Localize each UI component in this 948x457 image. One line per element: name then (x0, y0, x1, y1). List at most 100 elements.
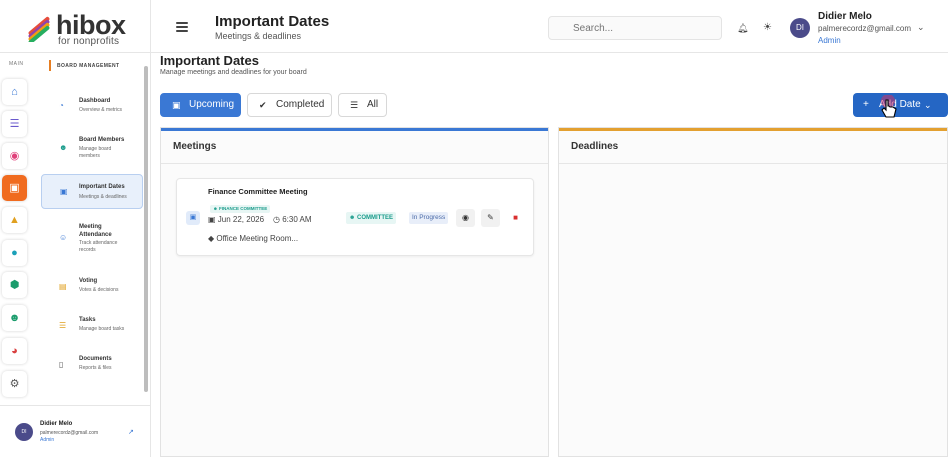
sidebar-item-important-dates[interactable]: ▣ Important Dates Meetings & deadlines (41, 174, 143, 209)
avatar[interactable]: DI (790, 18, 810, 38)
rail-settings-button[interactable]: ⚙ (2, 371, 27, 397)
brand-name: hibox (56, 10, 126, 40)
sidebar-item-desc: Votes & decisions (79, 287, 119, 293)
theme-toggle-icon[interactable]: ☀︎ (763, 22, 772, 33)
user-check-icon: ☺ (59, 233, 68, 242)
calendar-icon: ▣ (60, 187, 68, 196)
meetings-column: Meetings (160, 127, 549, 457)
sidebar-item-label: Dashboard (79, 98, 111, 104)
external-link-icon[interactable]: ↗ (128, 428, 134, 436)
sidebar-item-dashboard[interactable]: ◔ Dashboard Overview & metrics (41, 91, 143, 127)
delete-button[interactable]: ■ (506, 209, 525, 227)
sidebar-avatar[interactable]: DI (15, 423, 33, 441)
sidebar-item-label: Tasks (79, 317, 96, 323)
board-panel: BOARD MANAGEMENT ◔ Dashboard Overview & … (37, 53, 149, 403)
bell-icon[interactable]: 🔔︎ (737, 23, 748, 34)
brand-logo[interactable]: hibox for nonprofits (24, 10, 134, 47)
status-badge: In Progress (409, 212, 449, 224)
check-circle-icon: ✔ (259, 100, 267, 110)
meeting-date-value: Jun 22, 2026 (217, 215, 265, 224)
sidebar-item-desc: Track attendance records (79, 240, 118, 253)
page-subtitle: Meetings & deadlines (215, 31, 302, 41)
home-icon: ⌂ (11, 86, 18, 98)
committee-tag: ☻ FINANCE COMMITTEE (210, 205, 271, 213)
rail-network-button[interactable]: ⬢ (2, 272, 27, 298)
meeting-location-value: Office Meeting Room... (216, 234, 299, 243)
rail-calendar-button[interactable]: ▣ (2, 175, 27, 201)
panel-accent (49, 60, 51, 71)
deadlines-title: Deadlines (571, 141, 619, 152)
sidebar-item-documents[interactable]: ▯ Documents Reports & files (41, 352, 143, 382)
tab-label: Upcoming (189, 99, 235, 110)
sidebar-item-desc: Meetings & deadlines (79, 194, 127, 200)
user-name[interactable]: Didier Melo (818, 11, 872, 22)
calendar-icon: ▣ (172, 100, 181, 110)
list-icon: ☰ (59, 321, 67, 330)
vote-icon: ▤ (59, 282, 67, 291)
calendar-icon: ▣ (186, 211, 200, 225)
circle-icon: ● (11, 247, 18, 259)
sidebar-item-voting[interactable]: ▤ Voting Votes & decisions (41, 273, 143, 303)
rail-home-button[interactable]: ⌂ (2, 79, 27, 105)
sidebar-scrollbar[interactable] (144, 66, 148, 392)
chevron-down-icon: ⌄ (924, 100, 932, 110)
rail-users-button[interactable]: ☻ (2, 305, 27, 331)
tab-completed[interactable]: ✔ Completed (247, 93, 332, 117)
sidebar-item-desc: Reports & files (79, 365, 112, 371)
add-date-button[interactable]: + Add Date ⌄ (853, 93, 948, 117)
plus-icon: + (863, 99, 869, 110)
rail-circle-button[interactable]: ● (2, 240, 27, 266)
rail-chart-button[interactable]: ◕ (2, 338, 27, 364)
meeting-card[interactable]: Finance Committee Meeting ☻ FINANCE COMM… (176, 178, 534, 256)
deadlines-accent-bar (559, 128, 947, 131)
calendar-icon: ▣ (9, 182, 20, 194)
sidebar-item-label: Documents (79, 356, 112, 362)
sidebar-divider (150, 0, 151, 457)
sidebar-item-desc: Manage board tasks (79, 326, 125, 332)
pill-icon: ◉ (9, 150, 20, 162)
sidebar-item-meeting-attendance[interactable]: ☺ Meeting Attendance Track attendance re… (41, 218, 143, 258)
chevron-down-icon[interactable]: ⌄ (917, 22, 925, 33)
users-icon: ☻ (349, 215, 357, 221)
sidebar-item-label: Voting (79, 278, 98, 284)
rail-graduation-button[interactable]: ▲ (2, 207, 27, 233)
meetings-divider (161, 163, 548, 164)
edit-icon: ✎ (487, 213, 494, 222)
view-button[interactable]: ◉ (456, 209, 475, 227)
search-input[interactable] (548, 16, 722, 40)
sidebar-item-label: Important Dates (79, 184, 125, 190)
tab-upcoming[interactable]: ▣ Upcoming (160, 93, 241, 117)
type-badge-label: COMMITTEE (356, 215, 393, 221)
icon-rail: MAIN ⌂ ☰ ◉ ▣ ▲ ● ⬢ ☻ ◕ ⚙ (0, 53, 30, 405)
type-badge: ☻ COMMITTEE (346, 212, 396, 224)
tab-label: Completed (276, 99, 325, 110)
edit-button[interactable]: ✎ (481, 209, 500, 227)
clock-icon: ◷ (273, 215, 283, 224)
user-role: Admin (818, 36, 841, 45)
rail-sitemap-button[interactable]: ☰ (2, 111, 27, 137)
rail-pill-button[interactable]: ◉ (2, 143, 27, 169)
main-title: Important Dates (160, 53, 259, 68)
page-title: Important Dates (215, 13, 330, 30)
sidebar-user-role: Admin (40, 437, 55, 443)
network-icon: ⬢ (9, 279, 20, 291)
users-icon: ☻ (8, 312, 21, 324)
deadlines-column: Deadlines (558, 127, 948, 457)
tab-label: All (367, 99, 379, 110)
user-email: palmerecordz@gmail.com (818, 24, 912, 33)
calendar-small-icon: ▣ (208, 215, 218, 224)
list-icon: ☰ (350, 100, 359, 110)
sidebar-item-board-members[interactable]: ☻ Board Members Manage board members (41, 131, 143, 171)
meetings-title: Meetings (173, 141, 217, 152)
users-icon: ☻ (59, 143, 68, 152)
meeting-location: ◆ Office Meeting Room... (208, 234, 298, 243)
menu-toggle-icon[interactable] (176, 22, 188, 32)
panel-heading: BOARD MANAGEMENT (57, 63, 120, 69)
sidebar-item-tasks[interactable]: ☰ Tasks Manage board tasks (41, 313, 143, 343)
tab-all[interactable]: ☰ All (338, 93, 387, 117)
main-subtitle: Manage meetings and deadlines for your b… (160, 69, 307, 76)
sitemap-icon: ☰ (9, 118, 20, 130)
brand-tagline: for nonprofits (58, 36, 120, 47)
meeting-time-value: 6:30 AM (282, 215, 312, 224)
pointer-cursor-icon (881, 95, 897, 118)
